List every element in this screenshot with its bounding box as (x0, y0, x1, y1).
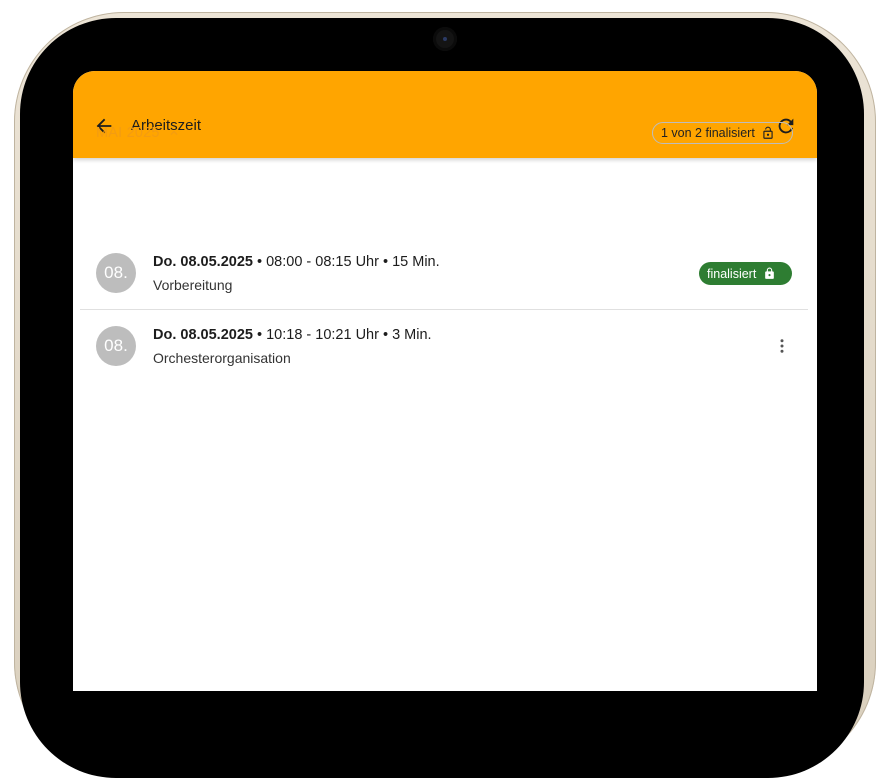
finalized-badge-label: finalisiert (707, 266, 757, 281)
day-avatar: 08. (96, 326, 136, 366)
entry-time-details: • 08:00 - 08:15 Uhr • 15 Min. (252, 254, 440, 270)
list-item[interactable]: 08. Do. 08.05.2025 • 10:18 - 10:21 Uhr •… (73, 310, 817, 383)
entry-activity: Orchesterorganisation (153, 350, 291, 366)
front-camera (433, 27, 457, 51)
entry-time-details: • 10:18 - 10:21 Uhr • 3 Min. (252, 327, 432, 343)
app-screen: Arbeitszeit MAI 2025 1 von 2 finalisiert… (73, 71, 817, 691)
finalized-status-text: 1 von 2 finalisiert (661, 126, 755, 140)
month-label: MAI 2025 (96, 125, 160, 141)
finalized-badge: finalisiert (699, 262, 792, 285)
day-avatar: 08. (96, 253, 136, 293)
list-item[interactable]: 08. Do. 08.05.2025 • 08:00 - 08:15 Uhr •… (73, 237, 817, 310)
chevron-up-icon (170, 130, 178, 135)
month-toggle[interactable]: MAI 2025 (96, 125, 181, 141)
entry-summary: Do. 08.05.2025 • 10:18 - 10:21 Uhr • 3 M… (153, 327, 432, 343)
entry-date: Do. 08.05.2025 (153, 327, 253, 343)
lock-icon (765, 267, 775, 279)
more-vert-icon[interactable] (773, 335, 791, 357)
entry-date: Do. 08.05.2025 (153, 254, 253, 270)
finalized-status-chip: 1 von 2 finalisiert (652, 122, 793, 144)
app-bar: Arbeitszeit (73, 71, 817, 158)
entry-activity: Vorbereitung (153, 277, 233, 293)
entry-summary: Do. 08.05.2025 • 08:00 - 08:15 Uhr • 15 … (153, 254, 440, 270)
lock-open-icon (763, 126, 773, 139)
